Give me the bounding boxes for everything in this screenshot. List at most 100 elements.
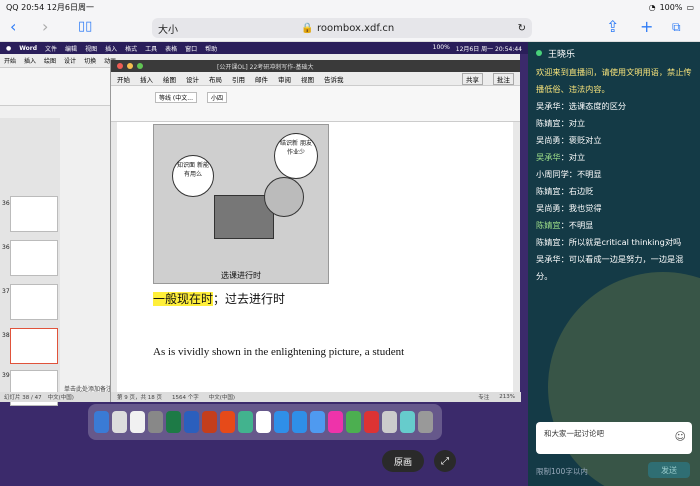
address-bar[interactable]: 大小 🔒 roombox.xdf.cn ↻ (152, 18, 532, 38)
page-counter: 第 9 页，共 18 页 (117, 395, 162, 401)
mac-menu-item: 表格 (165, 45, 178, 53)
powerpoint-window: 开始 插入 绘图 设计 切换 动画 36 36 37 38 39 单击此处添加备… (0, 54, 521, 406)
mac-menu-item: 帮助 (205, 45, 218, 53)
status-date: 12月6日周一 (46, 2, 95, 12)
back-button[interactable]: ‹ (10, 18, 16, 36)
ppt-tab: 开始 (4, 58, 17, 65)
chat-message: 吴承华：对立 (536, 152, 586, 162)
chat-input[interactable]: 和大家一起讨论吧 ☺ (536, 422, 692, 454)
chat-messages: 欢迎来到直播间，请使用文明用语，禁止传播低俗、违法内容。 吴承华：选课态度的区分… (528, 64, 700, 285)
word-status-bar: 第 9 页，共 18 页 1564 个字 中文(中国) 专注 213% (111, 392, 521, 402)
chat-message: 吴承华：选课态度的区分 (536, 101, 627, 111)
sender: 吴尚勇 (536, 203, 561, 213)
photos-icon (328, 411, 343, 433)
word-icon (184, 411, 199, 433)
message-text: 所以就是critical thinking对吗 (568, 237, 682, 247)
new-tab-icon[interactable]: + (640, 18, 653, 36)
word-tab: 布局 (209, 75, 222, 84)
message-text: 对立 (568, 118, 586, 128)
sender: 吴尚勇 (536, 135, 561, 145)
slide-number: 36 (2, 244, 10, 251)
chat-message: 陈婧宜：对立 (536, 118, 586, 128)
slide-thumb (10, 196, 58, 232)
slide-number: 38 (2, 332, 10, 339)
student-drawing (264, 177, 304, 217)
sender: 吴承华 (536, 254, 561, 264)
mac-menu-item: 编辑 (65, 45, 78, 53)
word-tab: 告诉我 (324, 75, 344, 84)
sender: 陈婧宜 (536, 118, 561, 128)
powerpoint-icon (202, 411, 217, 433)
chat-message: 陈婧宜：不明显 (536, 220, 594, 230)
app-icon-4 (400, 411, 415, 433)
original-quality-button[interactable]: 原画 (382, 450, 424, 472)
message-text: 不明显 (568, 220, 594, 230)
slide-counter: 幻灯片 38 / 47 (4, 395, 42, 401)
wifi-icon: ◔ (648, 2, 656, 12)
send-button[interactable]: 发送 (648, 462, 690, 478)
reload-icon[interactable]: ↻ (518, 23, 526, 34)
tabs-icon[interactable]: ⧉ (672, 18, 681, 36)
sender: 小周同学 (536, 169, 569, 179)
thought-bubble-right: 结识新 朋友 作业少 (274, 133, 318, 179)
tense-line: 一般现在时；过去进行时 (153, 290, 285, 307)
word-title-bar: [公开课OL] 22考研冲刺写作-基础大 (111, 60, 520, 72)
mac-menu-item: 文件 (45, 45, 58, 53)
close-icon (117, 63, 123, 69)
mac-menu-item: 格式 (125, 45, 138, 53)
message-text: 我也觉得 (568, 203, 602, 213)
word-doc-title: [公开课OL] 22考研冲刺写作-基础大 (217, 63, 314, 71)
highlighted-text: 一般现在时 (153, 292, 214, 306)
welcome-message: 欢迎来到直播间，请使用文明用语，禁止传播低俗、违法内容。 (536, 67, 692, 94)
share-icon[interactable]: ⇪ (606, 18, 619, 36)
font-size-select: 小四 (207, 92, 228, 103)
chat-panel: 王晓乐 欢迎来到直播间，请使用文明用语，禁止传播低俗、违法内容。 吴承华：选课态… (528, 42, 700, 486)
word-tab: 插入 (140, 75, 153, 84)
word-tab: 视图 (301, 75, 314, 84)
mac-menu-bar: ● Word 文件 编辑 视图 插入 格式 工具 表格 窗口 帮助 100% 12… (0, 42, 528, 54)
notes-app-icon (238, 411, 253, 433)
word-ribbon: 等线 (中文... 小四 (111, 86, 520, 122)
emoji-icon[interactable]: ☺ (675, 430, 686, 443)
document-page: 知识面 新能 有用么 结识新 朋友 作业少 选课进行时 一般现在时；过去进行时 … (117, 122, 513, 392)
powerpoint-alt-icon (220, 411, 235, 433)
slide-number: 36 (2, 200, 10, 207)
word-tab: 引用 (232, 75, 245, 84)
mac-menu-item: 窗口 (185, 45, 198, 53)
message-text: 右边贬 (568, 186, 594, 196)
chat-input-placeholder: 和大家一起讨论吧 (544, 429, 604, 438)
qq-icon (274, 411, 289, 433)
url-text: 🔒 roombox.xdf.cn (301, 22, 395, 34)
mac-menu-item: 工具 (145, 45, 158, 53)
share-doc-button: 共享 (462, 72, 483, 85)
slide-thumb-selected (10, 328, 58, 364)
online-dot-icon (536, 50, 542, 56)
bookmarks-icon[interactable]: ▯▯ (78, 18, 92, 36)
mac-dock (88, 404, 442, 440)
comments-button: 批注 (493, 72, 514, 85)
app-icon-2 (310, 411, 325, 433)
chat-message: 吴尚勇：我也觉得 (536, 203, 602, 213)
sender: 陈婧宜 (536, 186, 561, 196)
battery-icon: ▭ (686, 2, 694, 12)
chat-message: 小周同学：不明显 (536, 169, 602, 179)
slide-thumbnails: 36 36 37 38 39 (0, 118, 60, 406)
reader-size-button[interactable]: 大小 (158, 21, 178, 36)
apple-icon: ● (6, 44, 12, 52)
ppt-tab: 切换 (84, 58, 97, 65)
wechat-icon (346, 411, 361, 433)
forward-button[interactable]: › (42, 18, 48, 36)
english-sentence: As is vividly shown in the enlightening … (153, 346, 405, 358)
url-value: roombox.xdf.cn (317, 22, 395, 34)
chat-header: 王晓乐 (528, 42, 700, 64)
chat-message: 陈婧宜：右边贬 (536, 186, 594, 196)
sender: 陈婧宜 (536, 237, 561, 247)
slide-thumb (10, 240, 58, 276)
slide-number: 39 (2, 372, 10, 379)
fullscreen-icon[interactable]: ⤢ (434, 450, 456, 472)
sender: 吴承华 (536, 152, 561, 162)
carrier: QQ (6, 2, 19, 12)
screen-share-area: ● Word 文件 编辑 视图 插入 格式 工具 表格 窗口 帮助 100% 12… (0, 42, 528, 486)
mac-battery: 100% (432, 43, 450, 51)
ppt-lang: 中文(中国) (47, 395, 74, 401)
